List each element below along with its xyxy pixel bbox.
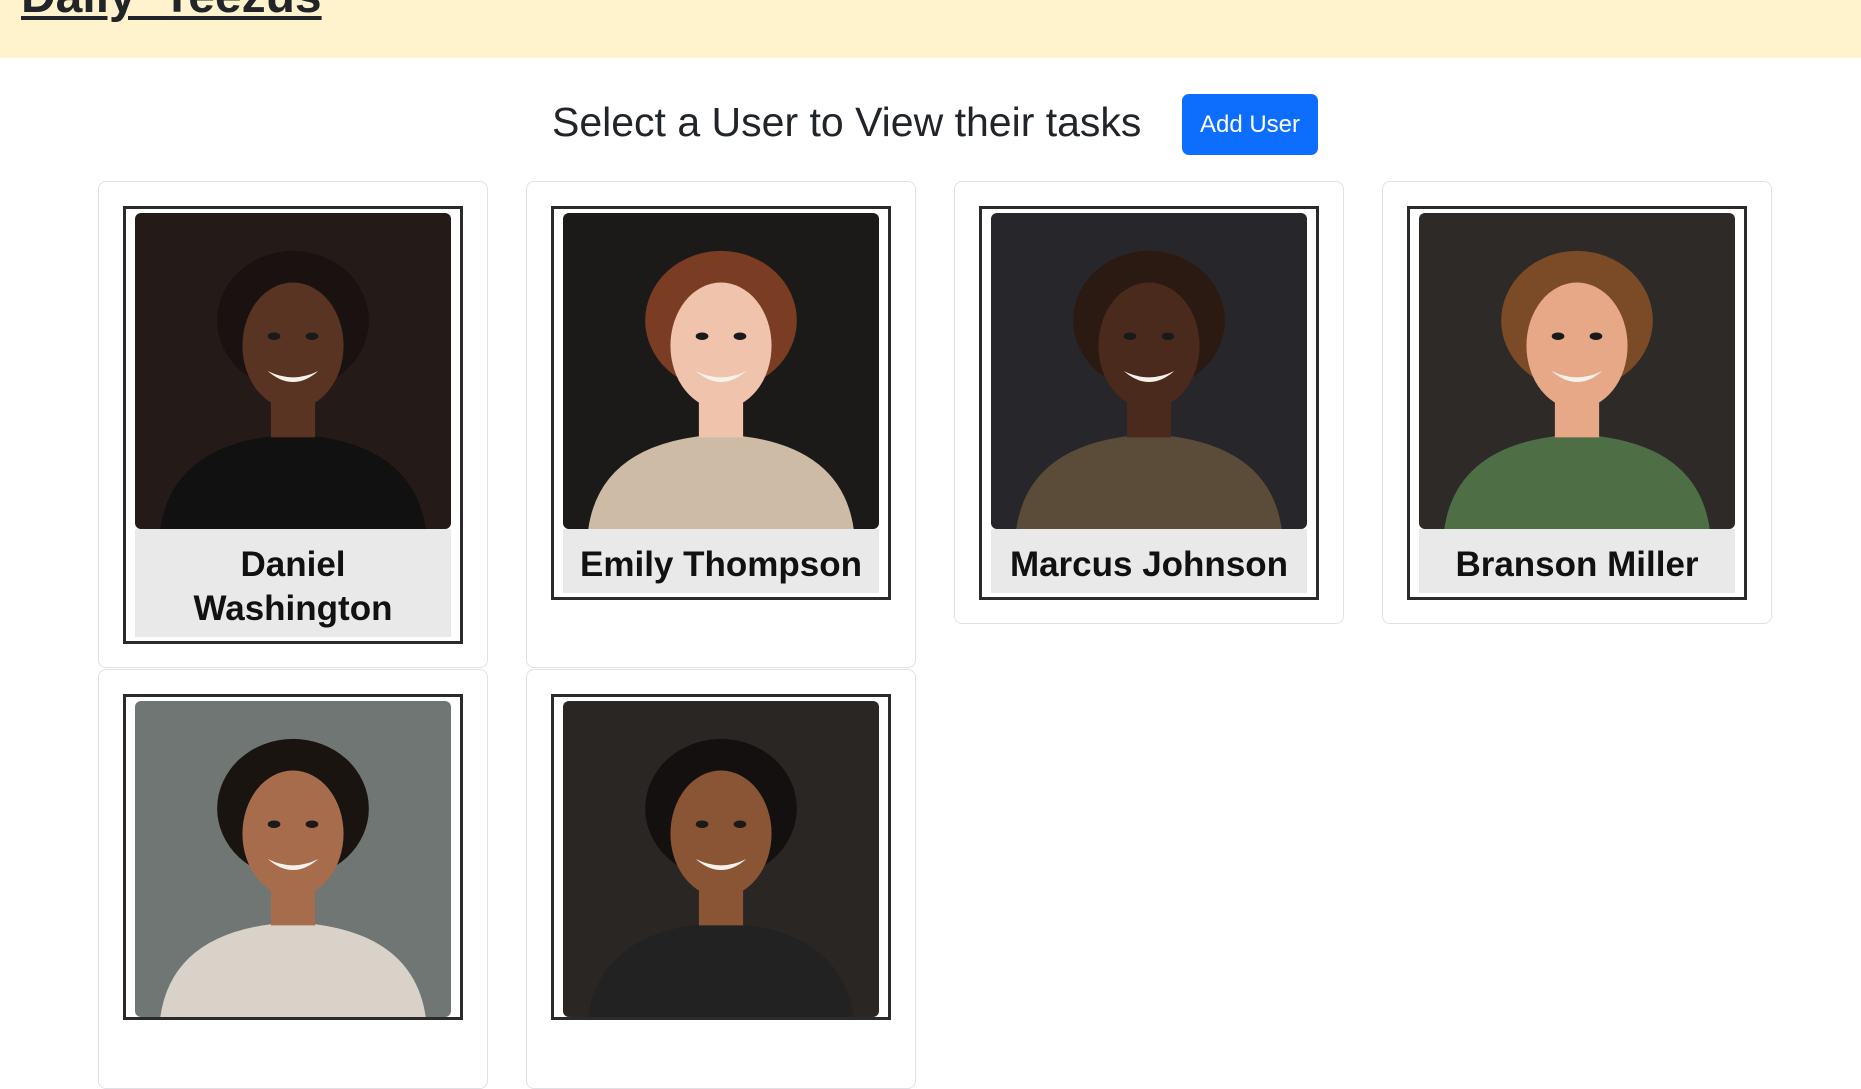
add-user-button[interactable]: Add User bbox=[1182, 94, 1318, 155]
user-card[interactable]: Branson Miller bbox=[1382, 181, 1772, 624]
portrait-image bbox=[135, 213, 451, 529]
user-avatar-photo bbox=[1419, 213, 1735, 529]
user-avatar-photo bbox=[135, 701, 451, 1017]
portrait-image bbox=[135, 701, 451, 1017]
portrait-image bbox=[563, 701, 879, 1017]
top-navbar: Daily_Teezus bbox=[0, 0, 1861, 58]
user-card[interactable]: Emily Thompson bbox=[526, 181, 916, 668]
user-card-frame bbox=[123, 694, 463, 1020]
brand-link[interactable]: Daily_Teezus bbox=[21, 0, 322, 24]
user-name: Emily Thompson bbox=[563, 529, 879, 593]
user-avatar-photo bbox=[563, 701, 879, 1017]
user-card[interactable] bbox=[526, 669, 916, 1089]
user-avatar-photo bbox=[991, 213, 1307, 529]
user-avatar-photo bbox=[563, 213, 879, 529]
user-card[interactable]: Daniel Washington bbox=[98, 181, 488, 668]
user-card-frame: Daniel Washington bbox=[123, 206, 463, 644]
user-card-frame: Branson Miller bbox=[1407, 206, 1747, 600]
user-name: Daniel Washington bbox=[135, 529, 451, 637]
user-avatar-photo bbox=[135, 213, 451, 529]
user-card[interactable]: Marcus Johnson bbox=[954, 181, 1344, 624]
user-name: Marcus Johnson bbox=[991, 529, 1307, 593]
user-card[interactable] bbox=[98, 669, 488, 1089]
user-name: Branson Miller bbox=[1419, 529, 1735, 593]
portrait-image bbox=[1419, 213, 1735, 529]
user-card-frame: Emily Thompson bbox=[551, 206, 891, 600]
user-card-frame: Marcus Johnson bbox=[979, 206, 1319, 600]
user-card-frame bbox=[551, 694, 891, 1020]
portrait-image bbox=[563, 213, 879, 529]
portrait-image bbox=[991, 213, 1307, 529]
page-title: Select a User to View their tasks bbox=[552, 99, 1142, 145]
